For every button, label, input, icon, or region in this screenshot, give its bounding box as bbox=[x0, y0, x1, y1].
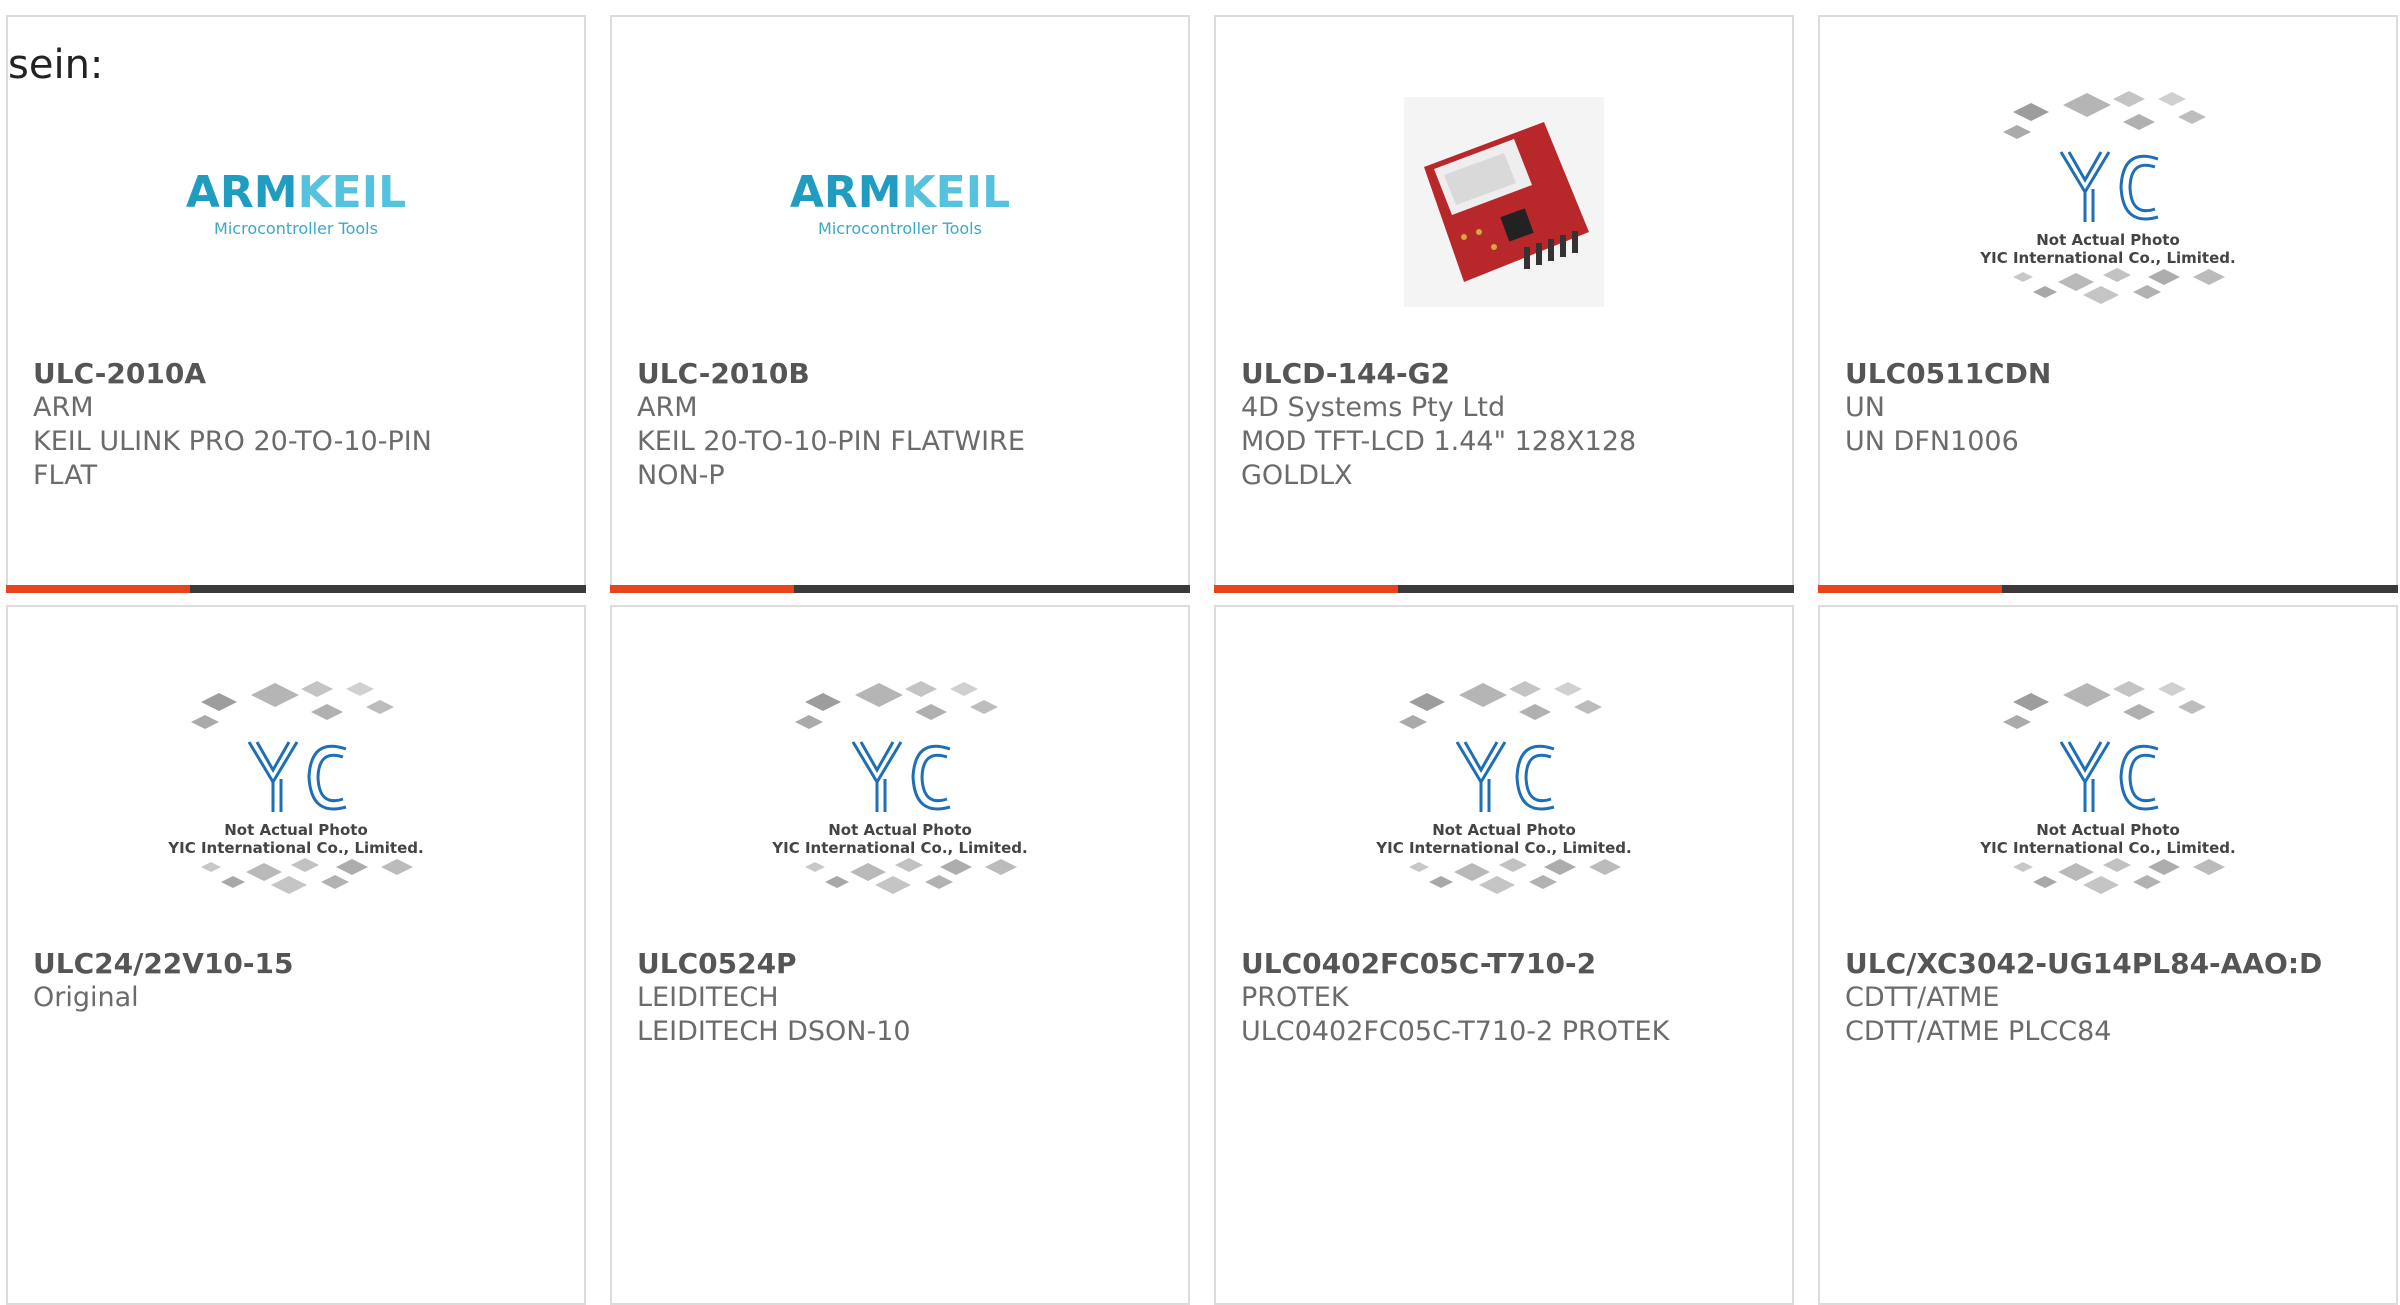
svg-text:YIC International Co., Limited: YIC International Co., Limited. bbox=[1979, 839, 2235, 857]
product-card[interactable]: ARMKEIL Microcontroller Tools ULC-2010B … bbox=[610, 15, 1190, 593]
product-image: Not Actual Photo YIC International Co., L… bbox=[1216, 667, 1792, 917]
yic-placeholder-image: Not Actual PhotoYIC International Co., L… bbox=[167, 681, 424, 894]
svg-text:Not Actual Photo: Not Actual Photo bbox=[2036, 231, 2180, 249]
manufacturer: Original bbox=[33, 982, 139, 1013]
product-image bbox=[1216, 77, 1792, 327]
product-image: ARMKEIL Microcontroller Tools bbox=[612, 77, 1188, 327]
product-card[interactable]: Not Actual Photo YIC International Co., L… bbox=[1818, 605, 2398, 1305]
svg-text:YIC International Co., Limited: YIC International Co., Limited. bbox=[1979, 249, 2235, 267]
armkeil-logo: ARMKEIL Microcontroller Tools bbox=[790, 167, 1010, 238]
svg-text:ARMKEIL: ARMKEIL bbox=[790, 167, 1010, 218]
product-card[interactable]: ULCD-144-G2 4D Systems Pty Ltd MOD TFT-L… bbox=[1214, 15, 1794, 593]
part-number[interactable]: ULC-2010A bbox=[33, 357, 564, 391]
description: MOD TFT-LCD 1.44" 128X128 bbox=[1241, 426, 1637, 457]
description: UN DFN1006 bbox=[1845, 426, 2019, 457]
manufacturer: ARM bbox=[33, 392, 94, 423]
product-grid: ARMKEIL Microcontroller Tools ULC-2010A … bbox=[0, 0, 2400, 1305]
product-card[interactable]: Not Actual Photo YIC International Co., L… bbox=[1214, 605, 1794, 1305]
product-card[interactable]: Not Actual Photo YIC International Co., L… bbox=[6, 605, 586, 1305]
svg-text:Not Actual Photo: Not Actual Photo bbox=[1432, 821, 1576, 839]
svg-text:YIC International Co., Limited: YIC International Co., Limited. bbox=[771, 839, 1027, 857]
manufacturer: CDTT/ATME bbox=[1845, 982, 2000, 1013]
card-footer-bar bbox=[610, 585, 1190, 593]
product-card[interactable]: Not Actual Photo YIC International Co., L… bbox=[1818, 15, 2398, 593]
description: NON-P bbox=[637, 460, 725, 491]
manufacturer: 4D Systems Pty Ltd bbox=[1241, 392, 1506, 423]
yic-placeholder-image: Not Actual PhotoYIC International Co., L… bbox=[1979, 681, 2236, 894]
product-image: ARMKEIL Microcontroller Tools bbox=[8, 77, 584, 327]
svg-text:YIC International Co., Limited: YIC International Co., Limited. bbox=[1375, 839, 1631, 857]
yic-placeholder-image: Not Actual PhotoYIC International Co., L… bbox=[1375, 681, 1632, 894]
card-footer-bar bbox=[6, 585, 586, 593]
part-number[interactable]: ULC0524P bbox=[637, 947, 1168, 981]
product-image: Not Actual Photo YIC International Co., L… bbox=[1820, 77, 2396, 327]
card-footer-bar bbox=[1214, 585, 1794, 593]
description: LEIDITECH DSON-10 bbox=[637, 1016, 911, 1047]
product-card[interactable]: ARMKEIL Microcontroller Tools ULC-2010A … bbox=[6, 15, 586, 593]
part-number[interactable]: ULC24/22V10-15 bbox=[33, 947, 564, 981]
part-number[interactable]: ULC0402FC05C-T710-2 bbox=[1241, 947, 1772, 981]
manufacturer: PROTEK bbox=[1241, 982, 1349, 1013]
yic-placeholder-image: Not Actual PhotoYIC International Co., L… bbox=[1979, 91, 2236, 304]
description: KEIL ULINK PRO 20-TO-10-PIN bbox=[33, 426, 432, 457]
description: CDTT/ATME PLCC84 bbox=[1845, 1016, 2112, 1047]
svg-text:YIC International Co., Limited: YIC International Co., Limited. bbox=[167, 839, 423, 857]
part-number[interactable]: ULC/XC3042-UG14PL84-AAO:D bbox=[1845, 947, 2376, 981]
card-footer-bar bbox=[1818, 585, 2398, 593]
product-image: Not Actual Photo YIC International Co., L… bbox=[8, 667, 584, 917]
svg-text:Microcontroller Tools: Microcontroller Tools bbox=[818, 219, 982, 238]
description: FLAT bbox=[33, 460, 98, 491]
description: ULC0402FC05C-T710-2 PROTEK bbox=[1241, 1016, 1670, 1047]
description: GOLDLX bbox=[1241, 460, 1353, 491]
part-number[interactable]: ULC-2010B bbox=[637, 357, 1168, 391]
svg-text:Microcontroller Tools: Microcontroller Tools bbox=[214, 219, 378, 238]
lcd-module-photo bbox=[1404, 97, 1604, 307]
armkeil-logo: ARMKEIL Microcontroller Tools bbox=[186, 167, 406, 238]
intro-text: sein: bbox=[8, 42, 104, 88]
svg-text:Not Actual Photo: Not Actual Photo bbox=[2036, 821, 2180, 839]
svg-text:ARMKEIL: ARMKEIL bbox=[186, 167, 406, 218]
yic-placeholder-image: Not Actual PhotoYIC International Co., L… bbox=[771, 681, 1028, 894]
description: KEIL 20-TO-10-PIN FLATWIRE bbox=[637, 426, 1025, 457]
product-card[interactable]: Not Actual Photo YIC International Co., L… bbox=[610, 605, 1190, 1305]
manufacturer: LEIDITECH bbox=[637, 982, 779, 1013]
product-image: Not Actual Photo YIC International Co., L… bbox=[612, 667, 1188, 917]
part-number[interactable]: ULC0511CDN bbox=[1845, 357, 2376, 391]
part-number[interactable]: ULCD-144-G2 bbox=[1241, 357, 1772, 391]
manufacturer: UN bbox=[1845, 392, 1885, 423]
product-image: Not Actual Photo YIC International Co., L… bbox=[1820, 667, 2396, 917]
svg-text:Not Actual Photo: Not Actual Photo bbox=[224, 821, 368, 839]
manufacturer: ARM bbox=[637, 392, 698, 423]
svg-text:Not Actual Photo: Not Actual Photo bbox=[828, 821, 972, 839]
